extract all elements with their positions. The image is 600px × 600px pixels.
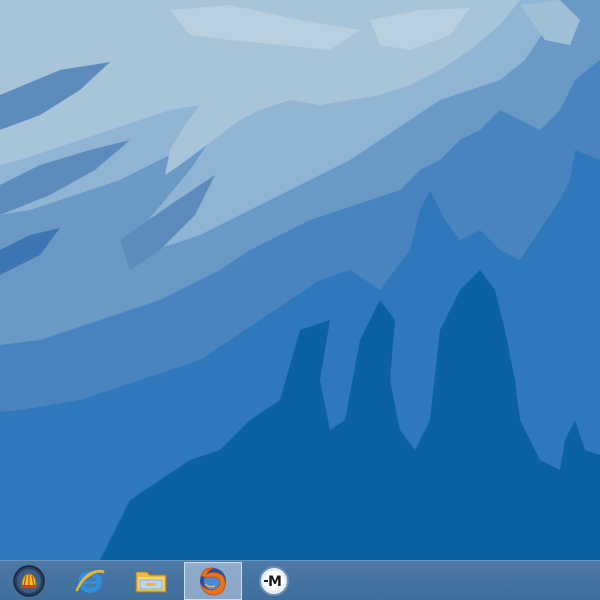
internet-explorer-icon — [75, 569, 105, 593]
firefox-icon — [200, 567, 226, 596]
taskbar: M — [0, 560, 600, 600]
start-button[interactable] — [0, 562, 58, 600]
shell-orb-icon — [13, 565, 45, 597]
m-app-button[interactable]: M — [245, 562, 303, 600]
desktop-wallpaper — [0, 0, 600, 560]
folder-icon — [135, 571, 167, 593]
internet-explorer-button[interactable] — [61, 562, 119, 600]
m-app-icon: M — [259, 566, 289, 596]
firefox-button[interactable] — [184, 562, 242, 600]
desktop: M — [0, 0, 600, 600]
file-explorer-button[interactable] — [122, 562, 180, 600]
m-app-label: M — [268, 574, 282, 590]
